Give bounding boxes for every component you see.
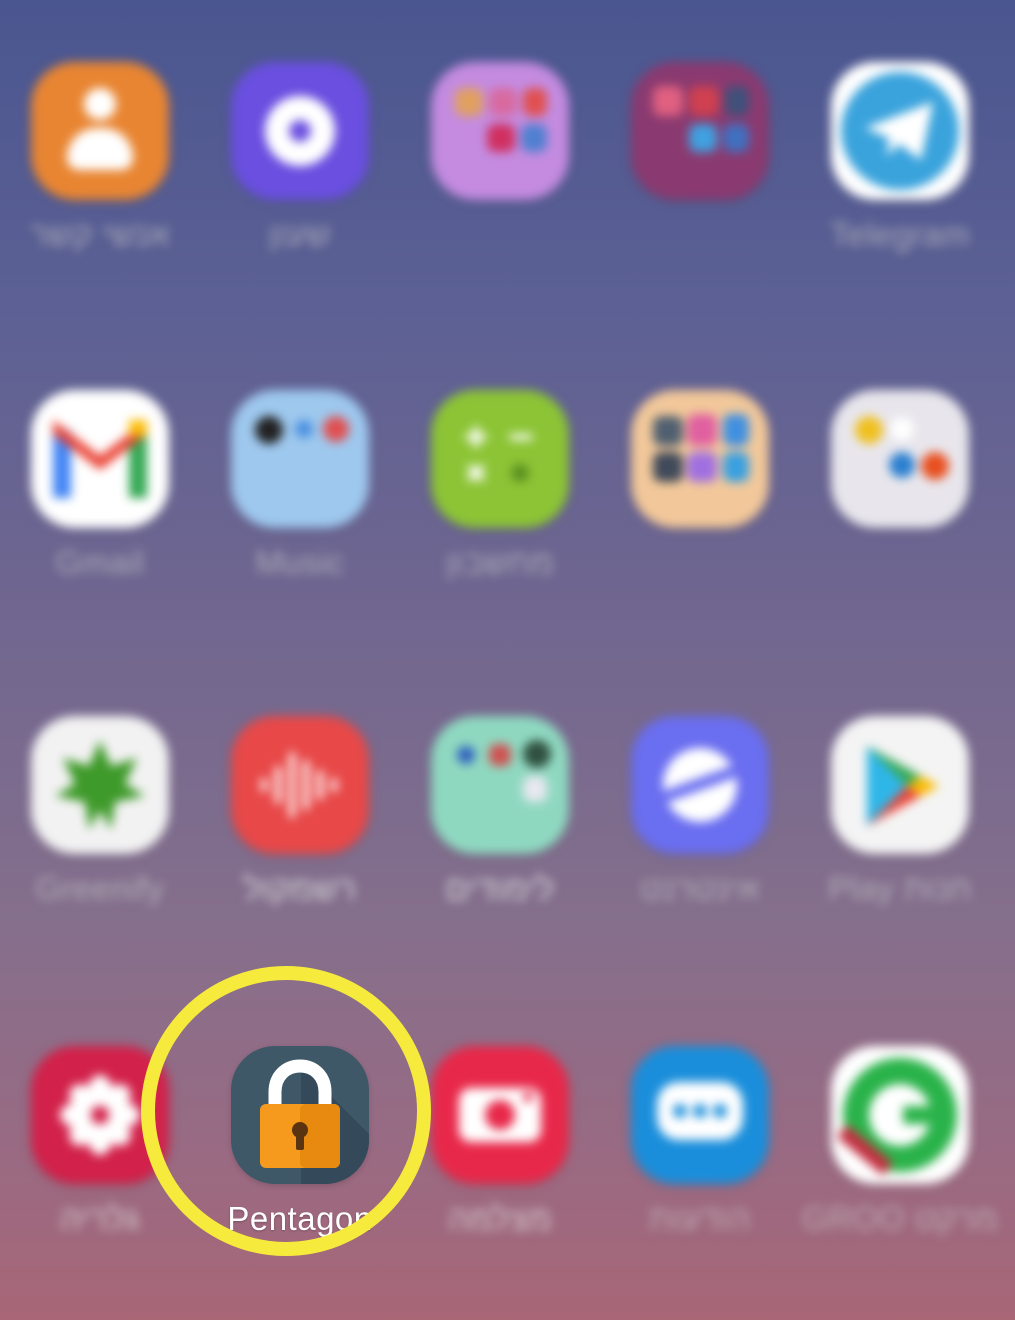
app-label: גלריה [60, 1200, 140, 1237]
app-gallery[interactable]: גלריה [0, 1046, 200, 1266]
app-label: Music [255, 544, 345, 581]
app-studies-folder[interactable]: לימודים [400, 716, 600, 936]
app-calculator[interactable]: מחשבון [400, 390, 600, 610]
folder-icon [631, 62, 769, 200]
app-folder-2[interactable] [600, 62, 800, 282]
app-label: GROO מרקט [802, 1200, 998, 1237]
app-label: Gmail [55, 544, 145, 581]
app-label: מחשבון [445, 544, 555, 581]
app-label: מצלמה [448, 1200, 552, 1237]
messages-bubble-icon [631, 1046, 769, 1184]
app-folder-4[interactable] [800, 390, 1000, 610]
app-folder-3[interactable] [600, 390, 800, 610]
gallery-flower-icon [31, 1046, 169, 1184]
app-drawer-grid: אנשי קשר שעון Telegram Gmail Music מחשבו… [0, 0, 1015, 1320]
app-recorder[interactable]: רשמקול [200, 716, 400, 936]
app-gmail[interactable]: Gmail [0, 390, 200, 610]
app-label: רשמקול [243, 870, 357, 907]
pentagon-padlock-icon [231, 1046, 369, 1184]
app-contacts[interactable]: אנשי קשר [0, 62, 200, 282]
app-pentagon[interactable]: Pentagon [200, 1046, 400, 1266]
groo-g-icon [831, 1046, 969, 1184]
greenify-leaf-icon [31, 716, 169, 854]
app-label: הודעות [649, 1200, 751, 1237]
app-label: Telegram [830, 216, 970, 253]
app-camera[interactable]: מצלמה [400, 1046, 600, 1266]
app-label: Greenify [35, 870, 165, 907]
clock-icon [231, 62, 369, 200]
play-store-icon [831, 716, 969, 854]
recorder-waveform-icon [231, 716, 369, 854]
calculator-icon [431, 390, 569, 528]
app-label: אינטרנט [640, 870, 760, 907]
app-messages[interactable]: הודעות [600, 1046, 800, 1266]
contacts-icon [31, 62, 169, 200]
camera-icon [431, 1046, 569, 1184]
app-play-store[interactable]: Play חנות [800, 716, 1000, 936]
app-groo[interactable]: GROO מרקט [800, 1046, 1000, 1266]
app-music-folder[interactable]: Music [200, 390, 400, 610]
gmail-icon [31, 390, 169, 528]
app-internet[interactable]: אינטרנט [600, 716, 800, 936]
telegram-icon [831, 62, 969, 200]
folder-icon [231, 390, 369, 528]
app-label: Play חנות [828, 870, 972, 907]
folder-icon [431, 716, 569, 854]
app-folder-1[interactable] [400, 62, 600, 282]
app-label: אנשי קשר [30, 216, 170, 253]
folder-icon [631, 390, 769, 528]
app-label: Pentagon [227, 1200, 373, 1237]
app-greenify[interactable]: Greenify [0, 716, 200, 936]
app-label: לימודים [445, 870, 555, 907]
app-label: שעון [268, 216, 332, 253]
app-telegram[interactable]: Telegram [800, 62, 1000, 282]
internet-planet-icon [631, 716, 769, 854]
folder-icon [831, 390, 969, 528]
folder-icon [431, 62, 569, 200]
app-clock[interactable]: שעון [200, 62, 400, 282]
